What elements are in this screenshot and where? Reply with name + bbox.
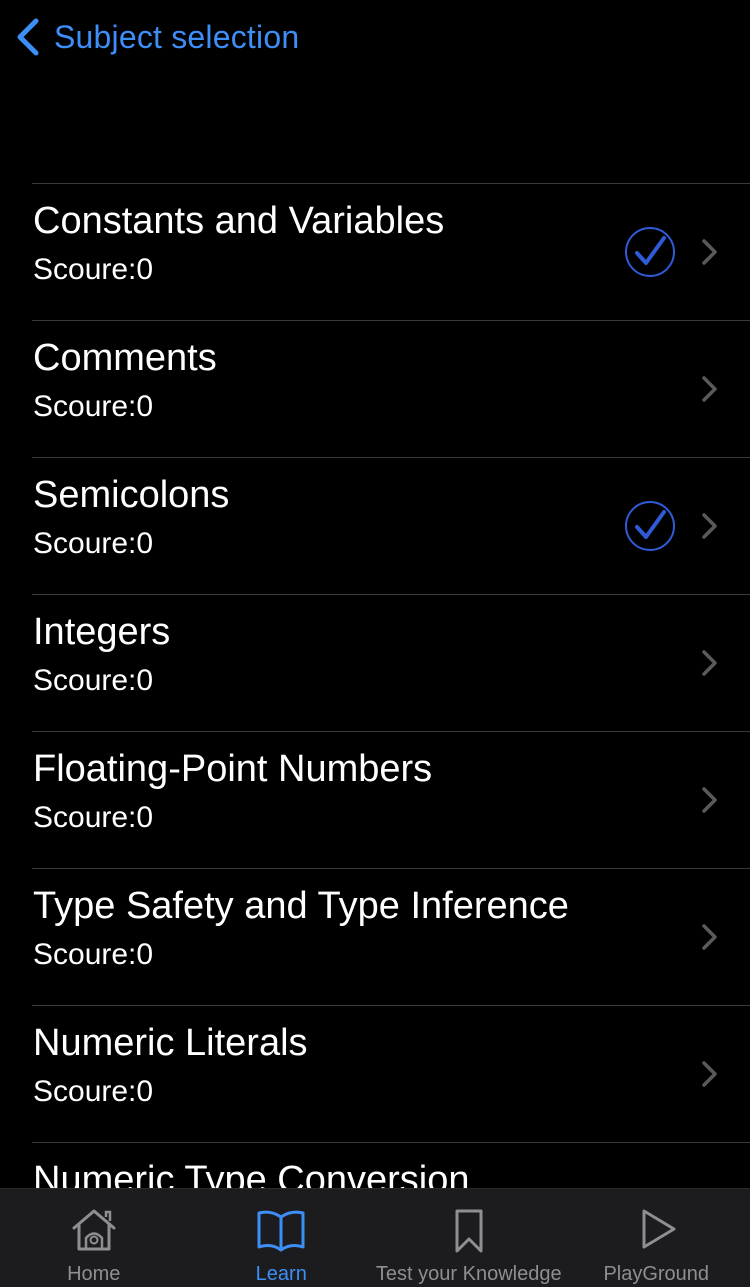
row-separator (32, 1005, 750, 1006)
row-separator (32, 320, 750, 321)
subject-list: Constants and Variables Scoure:0 Comment… (0, 183, 750, 1279)
tab-bar: Home Learn Test your Knowledge PlayGroun… (0, 1188, 750, 1287)
list-item[interactable]: Integers Scoure:0 (0, 594, 750, 731)
item-title: Numeric Literals (33, 1022, 308, 1065)
row-separator (32, 1142, 750, 1143)
item-score: Scoure:0 (33, 938, 153, 972)
row-separator (32, 594, 750, 595)
list-item[interactable]: Semicolons Scoure:0 (0, 457, 750, 594)
tab-label: Test your Knowledge (376, 1263, 562, 1286)
item-title: Floating-Point Numbers (33, 748, 432, 791)
tab-learn[interactable]: Learn (188, 1189, 376, 1287)
chevron-right-icon (700, 649, 718, 677)
item-score: Scoure:0 (33, 664, 153, 698)
list-item[interactable]: Numeric Literals Scoure:0 (0, 1005, 750, 1142)
chevron-right-icon (700, 923, 718, 951)
chevron-left-icon (14, 17, 42, 57)
bookmark-icon (443, 1205, 495, 1255)
item-score: Scoure:0 (33, 801, 153, 835)
list-item[interactable]: Constants and Variables Scoure:0 (0, 183, 750, 320)
item-title: Comments (33, 337, 217, 380)
checkmark-circle-icon (624, 500, 676, 552)
item-title: Semicolons (33, 474, 229, 517)
chevron-right-icon (700, 238, 718, 266)
list-item[interactable]: Comments Scoure:0 (0, 320, 750, 457)
tab-label: Home (67, 1263, 120, 1286)
book-icon (255, 1205, 307, 1255)
tab-playground[interactable]: PlayGround (563, 1189, 750, 1287)
row-separator (32, 868, 750, 869)
list-item[interactable]: Type Safety and Type Inference Scoure:0 (0, 868, 750, 1005)
navigation-bar: Subject selection (0, 0, 750, 80)
chevron-right-icon (700, 786, 718, 814)
row-separator (32, 183, 750, 184)
tab-home[interactable]: Home (0, 1189, 188, 1287)
home-icon (68, 1205, 120, 1255)
item-title: Integers (33, 611, 170, 654)
chevron-right-icon (700, 375, 718, 403)
tab-label: PlayGround (603, 1263, 709, 1286)
tab-label: Learn (256, 1263, 307, 1286)
item-title: Constants and Variables (33, 200, 444, 243)
row-separator (32, 457, 750, 458)
checkmark-circle-icon (624, 226, 676, 278)
row-separator (32, 731, 750, 732)
back-button-label: Subject selection (54, 19, 299, 56)
item-title: Type Safety and Type Inference (33, 885, 569, 928)
tab-test-your-knowledge[interactable]: Test your Knowledge (375, 1189, 563, 1287)
list-item[interactable]: Floating-Point Numbers Scoure:0 (0, 731, 750, 868)
item-score: Scoure:0 (33, 527, 153, 561)
play-icon (630, 1205, 682, 1255)
item-score: Scoure:0 (33, 253, 153, 287)
item-score: Scoure:0 (33, 1075, 153, 1109)
back-button[interactable]: Subject selection (14, 14, 299, 60)
chevron-right-icon (700, 512, 718, 540)
chevron-right-icon (700, 1060, 718, 1088)
item-score: Scoure:0 (33, 390, 153, 424)
